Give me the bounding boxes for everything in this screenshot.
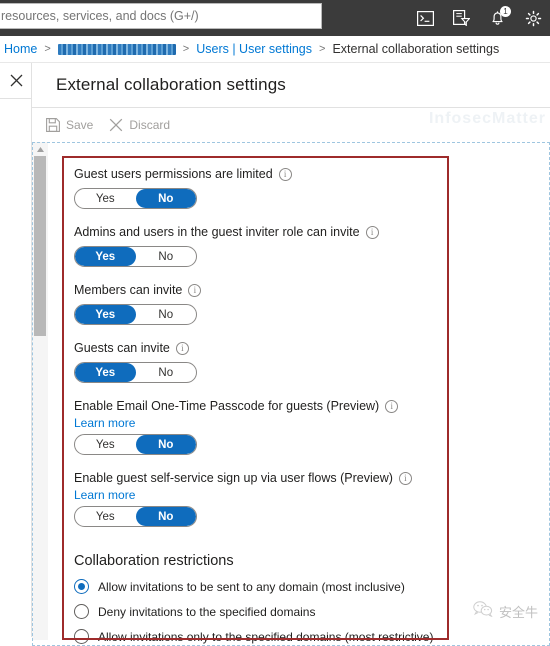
info-icon[interactable]: i [365, 225, 379, 239]
scrollbar-thumb[interactable] [34, 156, 46, 336]
info-icon[interactable]: i [385, 399, 399, 413]
toggle-option-yes[interactable]: Yes [75, 507, 136, 526]
blade-container: External collaboration settings Save Dis… [0, 63, 550, 646]
breadcrumb-separator-icon: > [182, 43, 190, 55]
breadcrumb-item-redacted-tenant[interactable] [57, 43, 176, 55]
toggle-option-no[interactable]: No [136, 305, 197, 324]
collaboration-restrictions-heading: Collaboration restrictions [74, 553, 234, 569]
toggle-option-no[interactable]: No [136, 247, 197, 266]
info-icon[interactable]: i [398, 471, 412, 485]
settings-gear-icon[interactable] [522, 7, 544, 29]
toggle-option-no[interactable]: No [135, 189, 196, 208]
blade-body: External collaboration settings Save Dis… [32, 63, 550, 646]
setting-label: Admins and users in the guest inviter ro… [74, 225, 360, 239]
toggle-option-no[interactable]: No [136, 363, 197, 382]
info-icon[interactable]: i [278, 167, 292, 181]
breadcrumb-item-user-settings[interactable]: Users | User settings [196, 42, 312, 56]
learn-more-link-self-service[interactable]: Learn more [74, 488, 550, 502]
learn-more-link-otp[interactable]: Learn more [74, 416, 550, 430]
breadcrumb-item-current: External collaboration settings [332, 42, 500, 56]
toggle-email-one-time-passcode[interactable]: Yes No [74, 434, 197, 455]
toggle-guests-can-invite[interactable]: Yes No [74, 362, 197, 383]
setting-email-one-time-passcode: Enable Email One-Time Passcode for guest… [74, 399, 550, 455]
toggle-guest-self-service-sign-up[interactable]: Yes No [74, 506, 197, 527]
setting-guest-users-permissions-are-limited: Guest users permissions are limited i Ye… [74, 167, 550, 209]
radio-button-icon[interactable] [74, 579, 89, 594]
setting-label: Guests can invite [74, 341, 170, 355]
setting-label: Members can invite [74, 283, 183, 297]
cloud-shell-icon[interactable] [414, 7, 436, 29]
setting-label: Enable Email One-Time Passcode for guest… [74, 399, 380, 413]
radio-button-icon[interactable] [74, 629, 89, 644]
breadcrumb-item-home[interactable]: Home [4, 42, 37, 56]
global-command-bar: 1 [0, 0, 550, 36]
info-icon[interactable]: i [175, 341, 189, 355]
settings-scroll-region: Guest users permissions are limited i Ye… [32, 142, 550, 646]
settings-column: Guest users permissions are limited i Ye… [48, 142, 550, 644]
setting-label: Enable guest self-service sign up via us… [74, 471, 393, 485]
setting-guests-can-invite: Guests can invite i Yes No [74, 341, 550, 383]
toggle-option-yes[interactable]: Yes [75, 247, 136, 266]
wechat-watermark: 安全牛 [473, 601, 538, 622]
toggle-admins-and-guest-inviter-role-can-invite[interactable]: Yes No [74, 246, 197, 267]
discard-button[interactable]: Discard [109, 118, 170, 132]
setting-admins-and-guest-inviter-role-can-invite: Admins and users in the guest inviter ro… [74, 225, 550, 267]
radio-label: Allow invitations to be sent to any doma… [98, 579, 405, 594]
setting-members-can-invite: Members can invite i Yes No [74, 283, 550, 325]
wechat-watermark-text: 安全牛 [498, 606, 538, 621]
vertical-scrollbar[interactable] [32, 142, 48, 640]
save-button[interactable]: Save [46, 118, 93, 132]
discard-x-icon [109, 118, 123, 132]
notifications-bell-icon[interactable]: 1 [486, 6, 511, 29]
save-floppy-icon [46, 118, 60, 132]
toggle-option-no[interactable]: No [135, 507, 196, 526]
toggle-option-no[interactable]: No [135, 435, 196, 454]
radio-allow-any-domain[interactable]: Allow invitations to be sent to any doma… [74, 579, 550, 594]
blade-left-rail [0, 63, 32, 637]
setting-label-row: Enable Email One-Time Passcode for guest… [74, 399, 550, 413]
info-icon[interactable]: i [188, 283, 202, 297]
directory-filter-icon[interactable] [450, 7, 472, 29]
page-title: External collaboration settings [56, 75, 286, 94]
wechat-logo-icon [473, 601, 493, 622]
toggle-option-yes[interactable]: Yes [75, 435, 136, 454]
radio-allow-only-specified-domains[interactable]: Allow invitations only to the specified … [74, 629, 550, 644]
setting-label-row: Guests can invite i [74, 341, 550, 355]
breadcrumb: Home > > Users | User settings > Externa… [0, 36, 550, 63]
setting-guest-self-service-sign-up: Enable guest self-service sign up via us… [74, 471, 550, 527]
close-blade-button[interactable] [0, 63, 32, 99]
settings-list: Guest users permissions are limited i Ye… [48, 142, 550, 644]
breadcrumb-separator-icon: > [319, 43, 326, 55]
search-input[interactable] [0, 9, 321, 23]
setting-label-row: Enable guest self-service sign up via us… [74, 471, 550, 485]
notification-badge-count: 1 [500, 6, 511, 17]
toggle-members-can-invite[interactable]: Yes No [74, 304, 197, 325]
radio-label: Deny invitations to the specified domain… [98, 604, 316, 619]
scroll-up-arrow-icon[interactable] [32, 142, 48, 156]
discard-button-label: Discard [129, 118, 171, 132]
topbar-icon-group: 1 [414, 0, 544, 36]
blade-command-bar: Save Discard InfosecMatter [32, 107, 550, 142]
setting-label: Guest users permissions are limited [74, 167, 273, 181]
save-button-label: Save [66, 118, 94, 132]
toggle-option-yes[interactable]: Yes [75, 305, 136, 324]
setting-label-row: Members can invite i [74, 283, 550, 297]
breadcrumb-separator-icon: > [44, 43, 51, 55]
toggle-option-yes[interactable]: Yes [75, 363, 136, 382]
toggle-guest-users-permissions-are-limited[interactable]: Yes No [74, 188, 197, 209]
radio-label: Allow invitations only to the specified … [98, 629, 434, 644]
setting-label-row: Guest users permissions are limited i [74, 167, 550, 181]
global-search-box[interactable] [0, 3, 322, 29]
infosecmatter-watermark: InfosecMatter [428, 110, 546, 127]
toggle-option-yes[interactable]: Yes [75, 189, 136, 208]
setting-label-row: Admins and users in the guest inviter ro… [74, 225, 550, 239]
radio-button-icon[interactable] [74, 604, 89, 619]
